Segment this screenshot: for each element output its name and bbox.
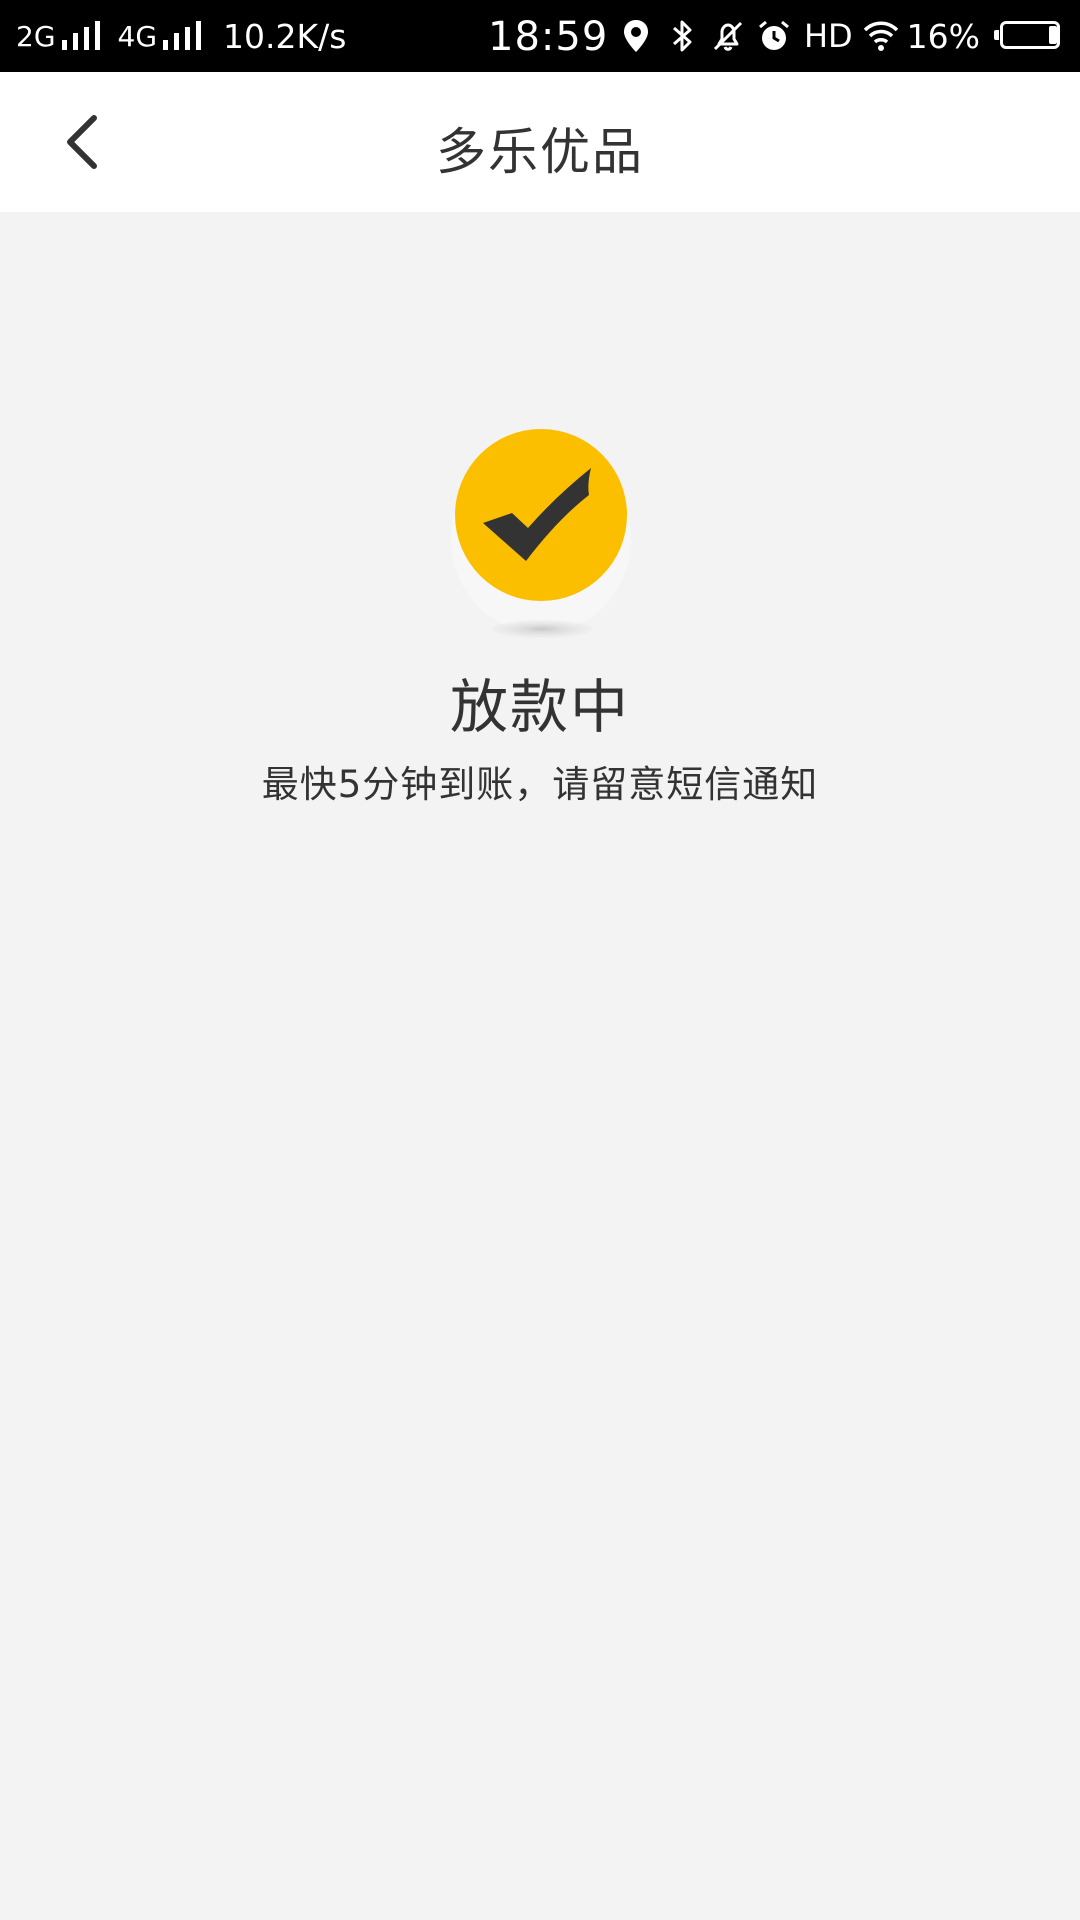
status-title: 放款中 — [449, 673, 630, 741]
alarm-icon — [758, 20, 789, 50]
signal-icon — [61, 21, 100, 50]
battery-icon — [994, 21, 1064, 51]
main-content: 放款中 最快5分钟到账，请留意短信通知 — [0, 212, 1080, 1920]
battery-level — [1049, 26, 1057, 44]
page-title: 多乐优品 — [436, 123, 644, 181]
status-bar-left: 2G 4G 10.2K/s — [16, 17, 346, 56]
network-speed: 10.2K/s — [223, 16, 347, 56]
hd-indicator: HD — [803, 17, 853, 55]
bell-muted-icon — [713, 21, 742, 51]
wifi-icon — [863, 21, 898, 51]
location-icon — [623, 20, 648, 52]
clock: 18:59 — [488, 14, 609, 60]
bluetooth-icon — [672, 20, 692, 52]
status-message: 最快5分钟到账，请留意短信通知 — [261, 763, 819, 806]
signal-icon — [163, 21, 202, 50]
battery-percent: 16% — [906, 16, 980, 56]
network-type-2: 4G — [117, 19, 158, 53]
status-bar-right: HD 16% — [608, 0, 1064, 72]
status-bar: 2G 4G 10.2K/s 18:59 HD 16% — [0, 0, 1080, 72]
network-type-1: 2G — [16, 19, 56, 53]
app-header: 多乐优品 — [0, 72, 1080, 212]
check-circle-icon — [451, 429, 631, 638]
